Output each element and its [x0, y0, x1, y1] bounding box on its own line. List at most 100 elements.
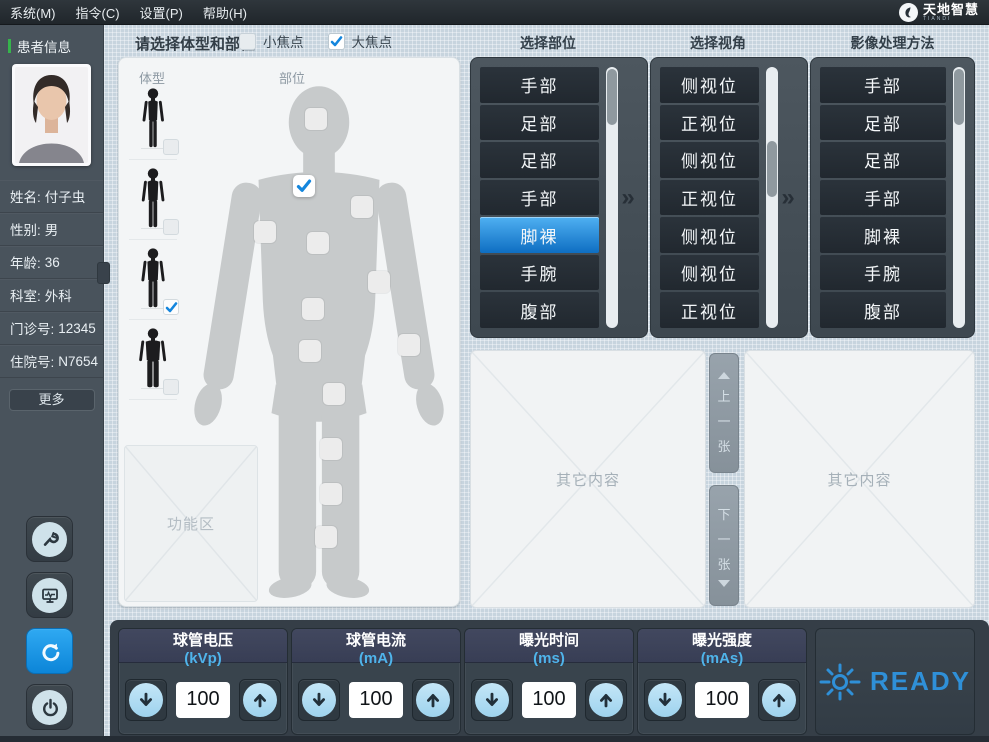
- view-list-scrollbar[interactable]: [766, 67, 778, 328]
- content-placeholder-left: 其它内容: [470, 350, 706, 608]
- content-placeholder-right: 其它内容: [744, 350, 975, 608]
- previous-image-button[interactable]: 上一张: [709, 353, 739, 473]
- list-item[interactable]: 手部: [480, 180, 599, 216]
- exposure-name: 曝光强度: [692, 629, 752, 650]
- list-item[interactable]: 足部: [480, 105, 599, 141]
- list-item[interactable]: 手部: [480, 67, 599, 103]
- wrench-icon-button[interactable]: [26, 516, 73, 562]
- exposure-value[interactable]: 100: [522, 682, 576, 718]
- list-item[interactable]: 正视位: [660, 292, 759, 328]
- body-type-list: [129, 88, 177, 400]
- part-checkbox-right-knee[interactable]: [320, 438, 342, 460]
- part-checkbox-right-shin[interactable]: [320, 483, 342, 505]
- list-item[interactable]: 手部: [820, 67, 946, 103]
- field-label: 住院号:: [10, 351, 54, 371]
- list-item[interactable]: 侧视位: [660, 142, 759, 178]
- exposure-panel-title: 球管电压(kVp): [119, 629, 287, 663]
- patient-field: 姓名:付子虫: [0, 180, 103, 213]
- sidebar-collapse-handle[interactable]: [97, 262, 110, 284]
- list-item[interactable]: 脚裸: [820, 217, 946, 253]
- list-item[interactable]: 侧视位: [660, 217, 759, 253]
- part-checkbox-abdomen[interactable]: [302, 298, 324, 320]
- part-checkbox-pelvis[interactable]: [299, 340, 321, 362]
- focus-checkbox[interactable]: [328, 33, 345, 50]
- list-item[interactable]: 正视位: [660, 105, 759, 141]
- list-item[interactable]: 脚裸: [480, 217, 599, 253]
- focus-option: 大焦点: [328, 31, 393, 51]
- list-item[interactable]: 足部: [820, 105, 946, 141]
- wrench-icon: [32, 522, 67, 557]
- part-checkbox-right-elbow[interactable]: [368, 271, 390, 293]
- increase-button[interactable]: [585, 679, 627, 721]
- list-item[interactable]: 正视位: [660, 180, 759, 216]
- list-item[interactable]: 足部: [480, 142, 599, 178]
- patient-photo: [12, 64, 91, 166]
- list-item[interactable]: 手腕: [820, 255, 946, 291]
- next-button-label: 下一张: [717, 504, 730, 573]
- body-type-item[interactable]: [129, 248, 177, 320]
- power-icon-button[interactable]: [26, 684, 73, 730]
- decrease-button[interactable]: [298, 679, 340, 721]
- part-checkbox-right-wrist[interactable]: [398, 334, 420, 356]
- ready-label: READY: [870, 666, 971, 697]
- part-checkbox-head[interactable]: [305, 108, 327, 130]
- brand-title: 天地智慧: [923, 3, 979, 16]
- part-checkbox-right-ankle[interactable]: [315, 526, 337, 548]
- focus-option: 小焦点: [239, 31, 304, 51]
- menu-item[interactable]: 设置(P): [140, 3, 183, 22]
- increase-button[interactable]: [412, 679, 454, 721]
- decrease-button[interactable]: [125, 679, 167, 721]
- focus-checkbox[interactable]: [239, 33, 256, 50]
- menu-item[interactable]: 指令(C): [76, 3, 120, 22]
- monitor-icon: [32, 578, 67, 613]
- patient-field: 科室:外科: [0, 279, 103, 312]
- exposure-stepper: 100: [465, 663, 633, 735]
- exposure-panel: 曝光时间(ms)100: [464, 628, 634, 735]
- increase-button[interactable]: [758, 679, 800, 721]
- part-checkbox-chest[interactable]: [307, 232, 329, 254]
- list-item[interactable]: 手腕: [480, 255, 599, 291]
- field-value: N7654: [58, 354, 98, 369]
- scrollbar-thumb[interactable]: [954, 69, 964, 125]
- refresh-icon-button[interactable]: [26, 628, 73, 674]
- part-checkbox-left-arm[interactable]: [254, 221, 276, 243]
- field-label: 科室:: [10, 285, 41, 305]
- exposure-value[interactable]: 100: [695, 682, 749, 718]
- processing-list-scrollbar[interactable]: [953, 67, 965, 328]
- scrollbar-thumb[interactable]: [607, 69, 617, 125]
- part-checkbox-right-thigh[interactable]: [323, 383, 345, 405]
- body-selection-panel: 体型 部位: [118, 57, 460, 607]
- tool-buttons: [26, 516, 73, 730]
- arrow-down-icon: [475, 683, 509, 717]
- ready-button[interactable]: READY: [815, 628, 975, 735]
- placeholder-label: 其它内容: [827, 469, 891, 490]
- list-item[interactable]: 侧视位: [660, 67, 759, 103]
- decrease-button[interactable]: [644, 679, 686, 721]
- part-checkbox-right-shoulder[interactable]: [351, 196, 373, 218]
- list-item[interactable]: 腹部: [480, 292, 599, 328]
- exposure-value[interactable]: 100: [349, 682, 403, 718]
- patient-info-title: 患者信息: [17, 36, 71, 56]
- part-list-scrollbar[interactable]: [606, 67, 618, 328]
- increase-button[interactable]: [239, 679, 281, 721]
- menu-item[interactable]: 系统(M): [10, 3, 56, 22]
- body-type-item[interactable]: [129, 328, 177, 400]
- body-type-item[interactable]: [129, 168, 177, 240]
- more-button[interactable]: 更多: [9, 389, 95, 411]
- decrease-button[interactable]: [471, 679, 513, 721]
- scrollbar-thumb[interactable]: [767, 141, 777, 197]
- list-item[interactable]: 手部: [820, 180, 946, 216]
- next-image-button[interactable]: 下一张: [709, 485, 739, 606]
- list-item[interactable]: 足部: [820, 142, 946, 178]
- part-checkbox-left-chest[interactable]: [293, 175, 315, 197]
- exposure-panel: 球管电流(mA)100: [291, 628, 461, 735]
- exposure-unit: (kVp): [184, 650, 222, 667]
- exposure-value[interactable]: 100: [176, 682, 230, 718]
- body-type-item[interactable]: [129, 88, 177, 160]
- power-icon: [32, 690, 67, 725]
- menu-item[interactable]: 帮助(H): [203, 3, 247, 22]
- list-item[interactable]: 侧视位: [660, 255, 759, 291]
- monitor-icon-button[interactable]: [26, 572, 73, 618]
- list-item[interactable]: 腹部: [820, 292, 946, 328]
- brand-logo: 天地智慧 TIANDI: [899, 3, 979, 22]
